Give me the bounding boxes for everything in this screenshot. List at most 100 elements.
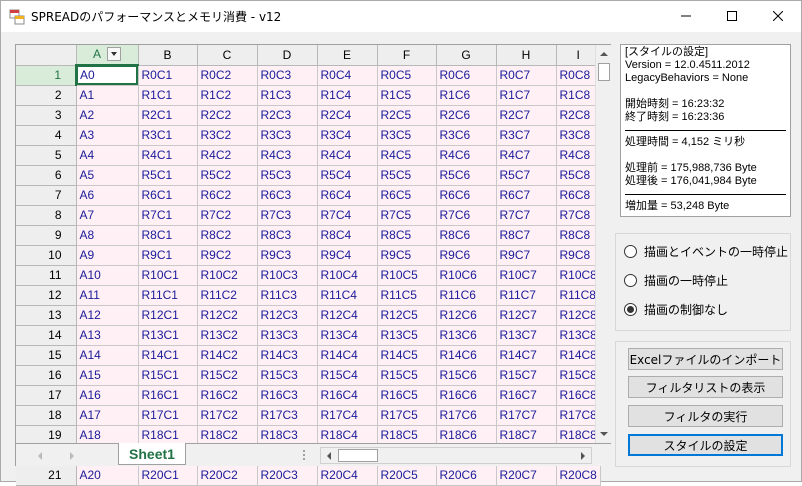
grid-cell[interactable]: A9 bbox=[76, 245, 139, 266]
grid-cell[interactable]: R10C1 bbox=[138, 265, 198, 286]
grid-cell[interactable]: R16C5 bbox=[377, 385, 437, 406]
grid-cell[interactable]: R2C8 bbox=[556, 105, 601, 126]
grid-cell[interactable]: A4 bbox=[76, 145, 139, 166]
grid-cell[interactable]: R13C1 bbox=[138, 325, 198, 346]
grid-cell[interactable]: R8C8 bbox=[556, 225, 601, 246]
grid-cell[interactable]: R8C3 bbox=[257, 225, 318, 246]
grid-cell[interactable]: R7C8 bbox=[556, 205, 601, 226]
grid-cell[interactable]: R4C2 bbox=[197, 145, 258, 166]
grid-cell[interactable]: R6C4 bbox=[317, 185, 378, 206]
grid-cell[interactable]: R20C5 bbox=[377, 465, 437, 486]
grid-cell[interactable]: R16C8 bbox=[556, 385, 601, 406]
grid-cell[interactable]: R10C4 bbox=[317, 265, 378, 286]
grid-cell[interactable]: R0C4 bbox=[317, 65, 378, 86]
grid-cell[interactable]: R15C2 bbox=[197, 365, 258, 386]
grid-cell[interactable]: R0C3 bbox=[257, 65, 318, 86]
grid-cell[interactable]: R11C2 bbox=[197, 285, 258, 306]
tab-prev-button[interactable] bbox=[32, 449, 48, 463]
grid-cell[interactable]: R11C5 bbox=[377, 285, 437, 306]
grid-cell[interactable]: R12C3 bbox=[257, 305, 318, 326]
grid-cell[interactable]: R20C6 bbox=[436, 465, 497, 486]
grid-cell[interactable]: A18 bbox=[76, 425, 139, 446]
row-header[interactable]: 3 bbox=[16, 105, 77, 126]
grid-cell[interactable]: R14C2 bbox=[197, 345, 258, 366]
grid-cell[interactable]: R3C6 bbox=[436, 125, 497, 146]
grid-cell[interactable]: R14C6 bbox=[436, 345, 497, 366]
radio-button[interactable] bbox=[624, 274, 637, 287]
row-header[interactable]: 12 bbox=[16, 285, 77, 306]
grid-cell[interactable]: R18C2 bbox=[197, 425, 258, 446]
grid-cell[interactable]: R11C1 bbox=[138, 285, 198, 306]
row-header[interactable]: 2 bbox=[16, 85, 77, 106]
grid-cell[interactable]: R18C8 bbox=[556, 425, 601, 446]
radio-button[interactable] bbox=[624, 303, 637, 316]
grid-cell[interactable]: R20C7 bbox=[496, 465, 557, 486]
row-header[interactable]: 6 bbox=[16, 165, 77, 186]
grid-cell[interactable]: R7C6 bbox=[436, 205, 497, 226]
grid-cell[interactable]: R13C4 bbox=[317, 325, 378, 346]
grid-cell[interactable]: R5C8 bbox=[556, 165, 601, 186]
grid-cell[interactable]: R1C7 bbox=[496, 85, 557, 106]
vertical-scroll-thumb[interactable] bbox=[598, 63, 610, 81]
radio-button[interactable] bbox=[624, 245, 637, 258]
grid-cell[interactable]: R9C1 bbox=[138, 245, 198, 266]
column-header[interactable]: F bbox=[377, 45, 437, 66]
grid-cell[interactable]: R8C4 bbox=[317, 225, 378, 246]
row-header[interactable]: 10 bbox=[16, 245, 77, 266]
column-header[interactable]: I bbox=[556, 45, 601, 66]
grid-cell[interactable]: R0C1 bbox=[138, 65, 198, 86]
grid-cell[interactable]: R8C7 bbox=[496, 225, 557, 246]
grid-cell[interactable]: R10C2 bbox=[197, 265, 258, 286]
row-header[interactable]: 4 bbox=[16, 125, 77, 146]
grid-cell[interactable]: A0 bbox=[76, 65, 139, 86]
grid-cell[interactable]: R6C5 bbox=[377, 185, 437, 206]
grid-cell[interactable]: R16C3 bbox=[257, 385, 318, 406]
grid-cell[interactable]: R13C3 bbox=[257, 325, 318, 346]
grid-cell[interactable]: A20 bbox=[76, 465, 139, 486]
grid-cell[interactable]: R1C8 bbox=[556, 85, 601, 106]
grid-cell[interactable]: R14C7 bbox=[496, 345, 557, 366]
grid-cell[interactable]: R13C6 bbox=[436, 325, 497, 346]
grid-cell[interactable]: R5C1 bbox=[138, 165, 198, 186]
grid-cell[interactable]: R17C2 bbox=[197, 405, 258, 426]
grid-cell[interactable]: R18C1 bbox=[138, 425, 198, 446]
grid-cell[interactable]: R2C1 bbox=[138, 105, 198, 126]
grid-cell[interactable]: R12C7 bbox=[496, 305, 557, 326]
grid-cell[interactable]: R17C1 bbox=[138, 405, 198, 426]
grid-cell[interactable]: A14 bbox=[76, 345, 139, 366]
show-filter-list-button[interactable]: フィルタリストの表示 bbox=[628, 376, 783, 398]
grid-cell[interactable]: R17C6 bbox=[436, 405, 497, 426]
column-header[interactable]: G bbox=[436, 45, 497, 66]
grid-cell[interactable]: R4C1 bbox=[138, 145, 198, 166]
grid-cell[interactable]: R7C1 bbox=[138, 205, 198, 226]
grid-cell[interactable]: R15C7 bbox=[496, 365, 557, 386]
grid-cell[interactable]: R7C4 bbox=[317, 205, 378, 226]
grid-cell[interactable]: R12C1 bbox=[138, 305, 198, 326]
grid-cell[interactable]: R9C5 bbox=[377, 245, 437, 266]
grid-cell[interactable]: R13C7 bbox=[496, 325, 557, 346]
grid-cell[interactable]: R16C7 bbox=[496, 385, 557, 406]
grid-cell[interactable]: R0C6 bbox=[436, 65, 497, 86]
grid-cell[interactable]: R15C6 bbox=[436, 365, 497, 386]
grid-cell[interactable]: R5C7 bbox=[496, 165, 557, 186]
grid-cell[interactable]: R10C7 bbox=[496, 265, 557, 286]
grid-cell[interactable]: R18C3 bbox=[257, 425, 318, 446]
import-excel-button[interactable]: Excelファイルのインポート bbox=[628, 348, 783, 370]
maximize-button[interactable] bbox=[709, 1, 755, 31]
grid-cell[interactable]: R9C7 bbox=[496, 245, 557, 266]
row-header[interactable]: 5 bbox=[16, 145, 77, 166]
grid-cell[interactable]: R7C3 bbox=[257, 205, 318, 226]
grid-cell[interactable]: A6 bbox=[76, 185, 139, 206]
row-header[interactable]: 7 bbox=[16, 185, 77, 206]
grid-cell[interactable]: R18C7 bbox=[496, 425, 557, 446]
grid-cell[interactable]: R1C3 bbox=[257, 85, 318, 106]
grid-cell[interactable]: A2 bbox=[76, 105, 139, 126]
grid-cell[interactable]: R6C3 bbox=[257, 185, 318, 206]
grid-cell[interactable]: R6C8 bbox=[556, 185, 601, 206]
grid-cell[interactable]: R20C1 bbox=[138, 465, 198, 486]
scroll-down-button[interactable] bbox=[596, 425, 612, 442]
grid-cell[interactable]: R17C3 bbox=[257, 405, 318, 426]
grid-cell[interactable]: R3C2 bbox=[197, 125, 258, 146]
minimize-button[interactable] bbox=[663, 1, 709, 31]
grid-cell[interactable]: R16C6 bbox=[436, 385, 497, 406]
